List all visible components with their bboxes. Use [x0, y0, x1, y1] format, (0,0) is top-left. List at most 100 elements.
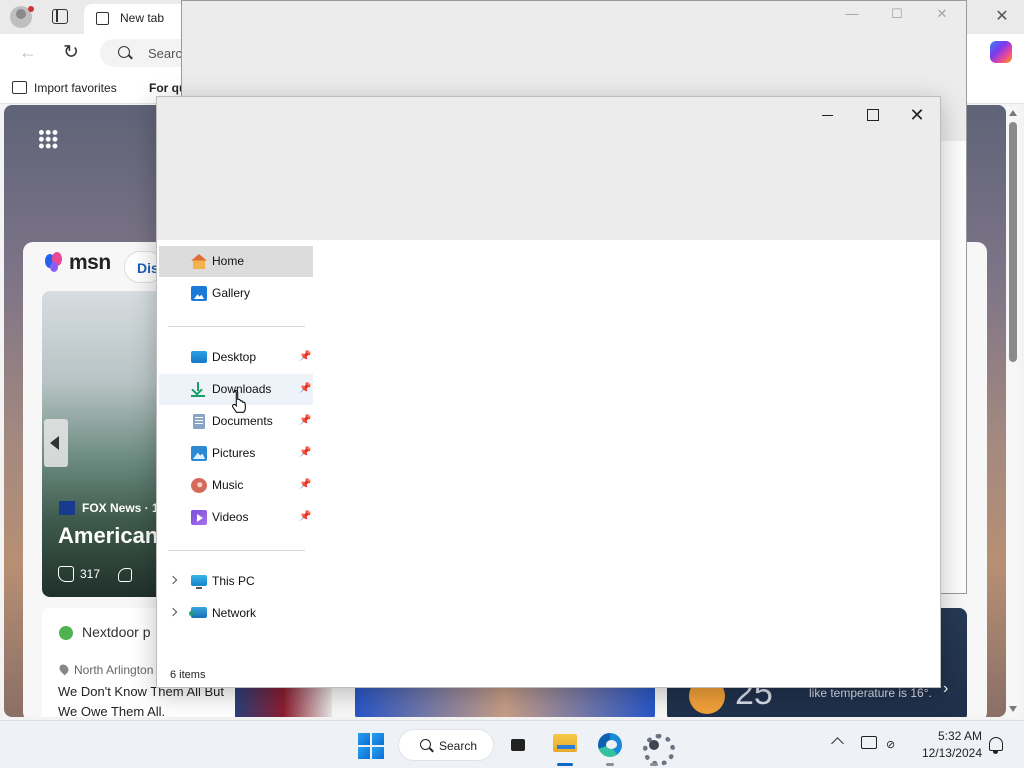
file-explorer-window: ✕ Home Gallery Desktop 📌 Downloads 📌 Doc…: [156, 96, 941, 688]
taskbar-search[interactable]: Search: [398, 729, 494, 761]
taskbar-search-label: Search: [439, 739, 478, 753]
nav-item-home[interactable]: Home: [159, 246, 313, 277]
expand-chevron-icon[interactable]: [168, 575, 178, 585]
refresh-button[interactable]: ↻: [60, 42, 82, 64]
pin-icon: 📌: [299, 383, 312, 394]
this-pc-icon: [191, 575, 207, 589]
fox-news-icon: [59, 501, 75, 515]
nav-item-label: Desktop: [212, 350, 257, 364]
nav-item-desktop[interactable]: Desktop 📌: [159, 342, 313, 373]
tab-title: New tab: [120, 11, 165, 25]
pin-icon: 📌: [299, 479, 312, 490]
start-button[interactable]: [358, 733, 384, 759]
nav-item-label: Home: [212, 254, 245, 268]
page-scrollbar[interactable]: [1006, 106, 1020, 718]
running-indicator: [606, 763, 614, 766]
clock-date[interactable]: 12/13/2024: [916, 746, 982, 760]
back-button[interactable]: ←: [18, 42, 38, 62]
nav-divider: [168, 550, 305, 551]
desktop-icon: [191, 351, 207, 363]
nav-item-this-pc[interactable]: This PC: [159, 566, 313, 597]
pin-icon: 📌: [299, 511, 312, 522]
nav-item-label: Network: [212, 606, 257, 620]
item-count: 6 items: [170, 669, 206, 681]
documents-icon: [193, 414, 205, 429]
videos-icon: [191, 510, 207, 525]
expand-chevron-icon[interactable]: [168, 607, 178, 617]
weather-next-button[interactable]: ›: [943, 680, 948, 698]
thumbs-up-icon[interactable]: [58, 566, 74, 582]
nav-divider: [168, 326, 305, 327]
scrollbar-thumb[interactable]: [1009, 122, 1017, 362]
nav-item-music[interactable]: Music 📌: [159, 470, 313, 501]
background-close-button[interactable]: ✕: [935, 7, 949, 21]
home-icon: [191, 254, 207, 269]
hand-cursor-icon: [231, 389, 246, 413]
copilot-icon[interactable]: [990, 41, 1012, 63]
new-tab-icon: [96, 12, 109, 25]
file-explorer-taskbar-icon[interactable]: [550, 730, 580, 766]
active-indicator: [557, 763, 573, 766]
location-text: North Arlington: [74, 663, 154, 677]
music-icon: [191, 478, 207, 493]
running-indicator: [650, 763, 658, 766]
nav-item-label: This PC: [212, 574, 255, 588]
display-icon[interactable]: [861, 736, 877, 749]
settings-taskbar-icon[interactable]: [639, 730, 675, 766]
import-favorites-icon: [12, 81, 27, 94]
search-icon: [118, 46, 130, 58]
msn-logo-icon: [45, 252, 67, 274]
pin-icon: 📌: [299, 447, 312, 458]
pictures-icon: [191, 446, 207, 461]
scroll-down-icon[interactable]: [1009, 706, 1017, 712]
app-launcher-icon[interactable]: [38, 129, 58, 149]
show-hidden-icons-button[interactable]: [831, 737, 844, 750]
notification-dot: [28, 6, 34, 12]
search-icon: [420, 739, 431, 750]
task-view-button[interactable]: [506, 730, 536, 760]
tab-actions-icon[interactable]: [52, 9, 68, 24]
msn-logo-text: msn: [69, 251, 111, 274]
network-icon: [189, 607, 207, 618]
clock-time[interactable]: 5:32 AM: [920, 729, 982, 743]
background-minimize-button[interactable]: —: [845, 7, 859, 21]
carousel-prev-button[interactable]: [44, 419, 68, 467]
taskbar: Search ⊘ 5:32 AM 12/13/2024: [0, 720, 1024, 768]
background-maximize-button[interactable]: ☐: [890, 7, 904, 21]
navigation-pane: Home Gallery Desktop 📌 Downloads 📌 Docum…: [157, 240, 317, 660]
weather-summary: like temperature is 16°.: [809, 686, 932, 700]
edge-taskbar-icon[interactable]: [595, 730, 625, 766]
nav-item-network[interactable]: Network: [159, 598, 313, 629]
hero-source: FOX News · 1: [82, 501, 159, 515]
hero-like-count: 317: [80, 567, 101, 581]
nav-item-videos[interactable]: Videos 📌: [159, 502, 313, 533]
import-favorites-link[interactable]: Import favorites: [34, 81, 117, 95]
pin-icon: 📌: [299, 415, 312, 426]
scroll-up-icon[interactable]: [1009, 110, 1017, 116]
downloads-icon: [191, 382, 205, 397]
nav-item-label: Pictures: [212, 446, 256, 460]
maximize-button[interactable]: [850, 101, 894, 129]
file-list-pane[interactable]: [317, 240, 940, 660]
news-card-image: [355, 686, 655, 717]
status-bar: 6 items: [157, 663, 940, 687]
pin-icon: 📌: [299, 351, 312, 362]
minimize-button[interactable]: [805, 101, 849, 129]
nav-item-gallery[interactable]: Gallery: [159, 278, 313, 309]
explorer-titlebar[interactable]: ✕: [157, 97, 940, 240]
thumbs-down-icon[interactable]: [118, 568, 132, 582]
nextdoor-title: Nextdoor p: [82, 624, 151, 640]
network-status-icon[interactable]: ⊘: [886, 740, 900, 751]
hero-title[interactable]: American: [58, 523, 158, 549]
nav-item-label: Music: [212, 478, 244, 492]
nav-item-label: Videos: [212, 510, 249, 524]
browser-close-button[interactable]: ✕: [994, 6, 1010, 26]
close-button[interactable]: ✕: [895, 101, 939, 129]
nav-item-label: Documents: [212, 414, 273, 428]
location-pin-icon: [57, 662, 71, 676]
notification-bell-icon[interactable]: [989, 737, 1003, 754]
nextdoor-image: [235, 686, 332, 717]
nav-item-pictures[interactable]: Pictures 📌: [159, 438, 313, 469]
nav-item-label: Gallery: [212, 286, 251, 300]
gallery-icon: [191, 286, 207, 301]
